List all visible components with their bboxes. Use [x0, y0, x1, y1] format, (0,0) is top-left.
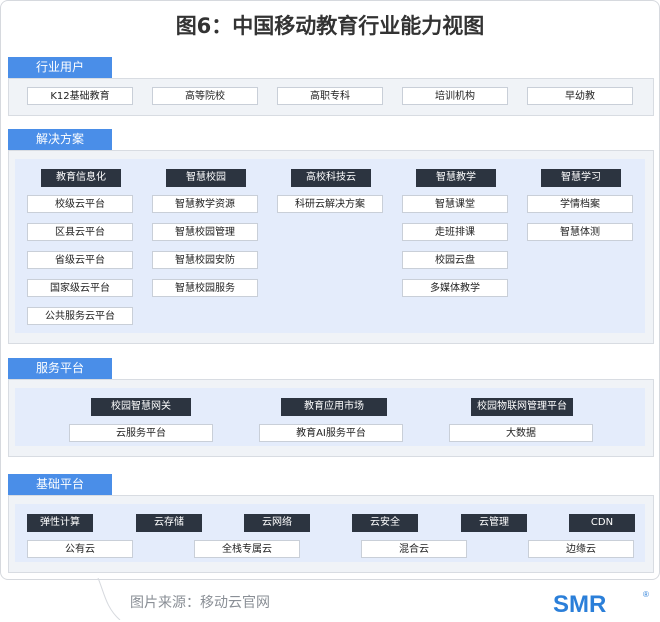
- solution-item: 校园云盘: [402, 251, 508, 269]
- service-item: 云服务平台: [69, 424, 213, 442]
- solution-item: 走班排课: [402, 223, 508, 241]
- solution-item: 多媒体教学: [402, 279, 508, 297]
- solution-title: 教育信息化: [41, 169, 121, 187]
- base-item: 云存储: [136, 514, 202, 532]
- base-item: 全栈专属云: [194, 540, 300, 558]
- service-inner: 校园智慧网关 教育应用市场 校园物联网管理平台 云服务平台 教育AI服务平台 大…: [15, 388, 645, 446]
- solution-item: 智慧课堂: [402, 195, 508, 213]
- base-item: 边缘云: [528, 540, 634, 558]
- solution-item: 学情档案: [527, 195, 633, 213]
- solution-title: 智慧教学: [416, 169, 496, 187]
- service-item: 教育应用市场: [281, 398, 387, 416]
- user-item: 培训机构: [402, 87, 508, 105]
- base-inner: 弹性计算 云存储 云网络 云安全 云管理 CDN 公有云 全栈专属云 混合云 边…: [15, 504, 645, 562]
- solution-item: 智慧体测: [527, 223, 633, 241]
- solution-item: 省级云平台: [27, 251, 133, 269]
- logo-text: SMR: [553, 591, 606, 618]
- solution-item: 公共服务云平台: [27, 307, 133, 325]
- base-item: 云安全: [352, 514, 418, 532]
- base-item: 云网络: [244, 514, 310, 532]
- base-item: 公有云: [27, 540, 133, 558]
- service-item: 大数据: [449, 424, 593, 442]
- solution-title: 智慧学习: [541, 169, 621, 187]
- user-item: K12基础教育: [27, 87, 133, 105]
- solutions-inner: 教育信息化 校级云平台 区县云平台 省级云平台 国家级云平台 公共服务云平台 智…: [15, 159, 645, 333]
- section-header-users: 行业用户: [8, 57, 112, 78]
- base-item: 弹性计算: [27, 514, 93, 532]
- service-item: 校园智慧网关: [91, 398, 191, 416]
- user-item: 早幼教: [527, 87, 633, 105]
- solution-item: 智慧校园服务: [152, 279, 258, 297]
- service-item: 教育AI服务平台: [259, 424, 403, 442]
- section-header-solutions: 解决方案: [8, 129, 112, 150]
- section-header-service: 服务平台: [8, 358, 112, 379]
- solution-item: 校级云平台: [27, 195, 133, 213]
- footer-curve-decoration: [97, 578, 121, 620]
- solution-item: 智慧教学资源: [152, 195, 258, 213]
- section-header-base: 基础平台: [8, 474, 112, 495]
- base-panel: 弹性计算 云存储 云网络 云安全 云管理 CDN 公有云 全栈专属云 混合云 边…: [8, 495, 654, 573]
- diagram-title: 图6：中国移动教育行业能力视图: [175, 14, 485, 38]
- solution-item: 国家级云平台: [27, 279, 133, 297]
- base-item: CDN: [569, 514, 635, 532]
- base-item: 混合云: [361, 540, 467, 558]
- solution-item: 区县云平台: [27, 223, 133, 241]
- solution-item: 智慧校园管理: [152, 223, 258, 241]
- solution-item: 智慧校园安防: [152, 251, 258, 269]
- user-item: 高职专科: [277, 87, 383, 105]
- service-item: 校园物联网管理平台: [471, 398, 573, 416]
- user-item: 高等院校: [152, 87, 258, 105]
- solution-item: 科研云解决方案: [277, 195, 383, 213]
- base-item: 云管理: [461, 514, 527, 532]
- source-caption: 图片来源：移动云官网: [130, 595, 270, 611]
- smr-logo: SMR ®: [553, 588, 653, 622]
- logo-mark: ®: [643, 590, 649, 599]
- users-panel: K12基础教育 高等院校 高职专科 培训机构 早幼教: [8, 78, 654, 116]
- solution-title: 高校科技云: [291, 169, 371, 187]
- solution-title: 智慧校园: [166, 169, 246, 187]
- service-panel: 校园智慧网关 教育应用市场 校园物联网管理平台 云服务平台 教育AI服务平台 大…: [8, 379, 654, 457]
- solutions-panel: 教育信息化 校级云平台 区县云平台 省级云平台 国家级云平台 公共服务云平台 智…: [8, 150, 654, 344]
